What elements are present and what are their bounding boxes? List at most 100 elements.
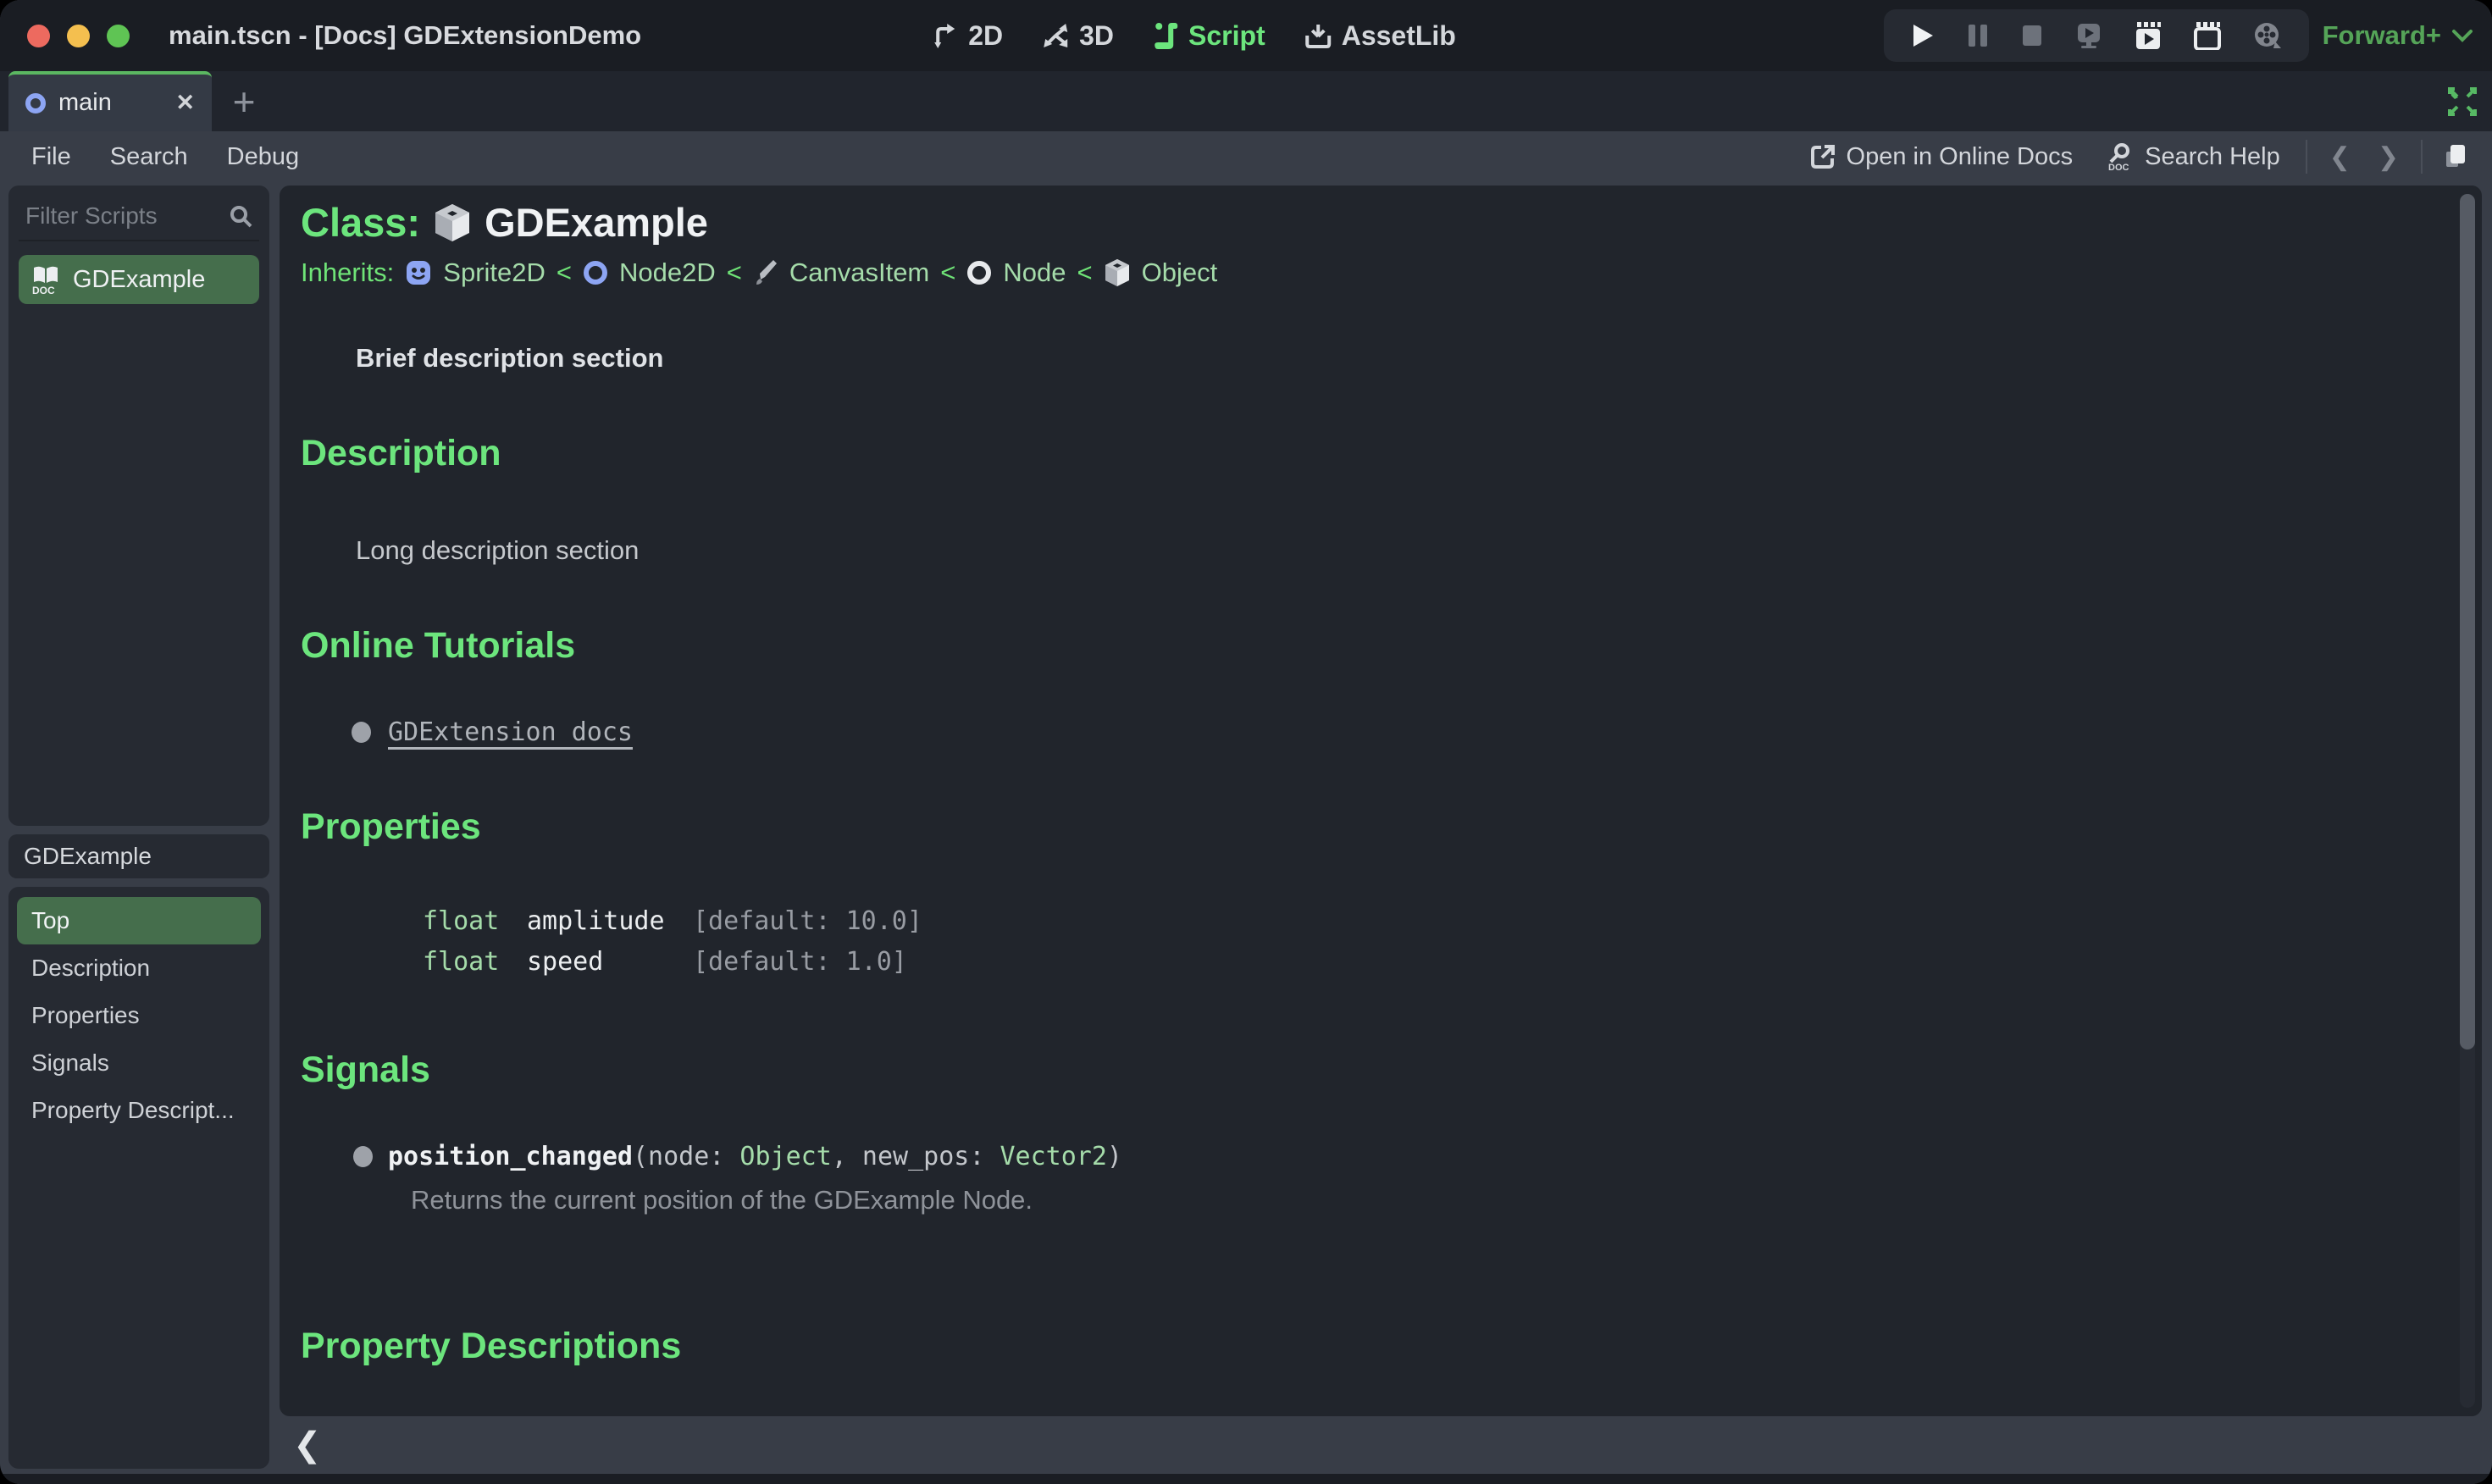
tab-label: main	[58, 89, 112, 116]
editor-base: File Search Debug Open in Online Docs DO…	[0, 131, 2492, 1484]
search-icon	[229, 204, 252, 228]
tutorial-link-gdextension-docs[interactable]: GDExtension docs	[388, 717, 633, 747]
pause-button[interactable]	[1967, 23, 1989, 48]
play-scene-button[interactable]	[2135, 21, 2162, 50]
outline-item-top[interactable]: Top	[17, 897, 261, 944]
property-row-amplitude: float amplitude [default: 10.0]	[423, 900, 2423, 941]
play-custom-scene-button[interactable]	[2194, 21, 2221, 50]
history-forward-button[interactable]: ❯	[2364, 142, 2412, 172]
doc-book-icon: DOC	[31, 264, 60, 295]
scripts-panel: Filter Scripts DOC GDExample	[8, 186, 269, 826]
object-cube-icon	[434, 202, 471, 243]
filter-placeholder: Filter Scripts	[25, 202, 158, 229]
search-help-icon: DOC	[2107, 142, 2134, 171]
inherits-link-object[interactable]: Object	[1142, 257, 1218, 288]
doc-scrollbar-thumb[interactable]	[2460, 194, 2475, 1049]
inherits-label: Inherits:	[301, 257, 395, 287]
playback-controls	[1884, 9, 2309, 62]
signal-param-type-object[interactable]: Object	[739, 1142, 831, 1171]
workspace-switcher: 2D 3D Script AssetLib	[931, 0, 1456, 71]
property-default-value: [default: 10.0]	[693, 905, 922, 936]
window-title: main.tscn - [Docs] GDExtensionDemo	[169, 20, 642, 50]
distraction-free-button[interactable]	[2446, 86, 2478, 118]
separator	[2421, 140, 2423, 174]
open-online-docs-button[interactable]: Open in Online Docs	[1793, 143, 2091, 171]
panel-icon	[2446, 145, 2465, 167]
workspace-2d-button[interactable]: 2D	[931, 20, 1003, 52]
doc-bottom-bar: ❮	[280, 1416, 2482, 1474]
zoom-window-button[interactable]	[107, 24, 130, 47]
description-heading: Description	[301, 433, 501, 473]
property-type-link[interactable]: float	[423, 947, 527, 977]
3d-workspace-icon	[1042, 22, 1069, 49]
online-tutorials-heading: Online Tutorials	[301, 625, 576, 666]
class-name: GDExample	[485, 200, 708, 245]
workspace-3d-button[interactable]: 3D	[1042, 20, 1114, 52]
collapse-sidebar-button[interactable]: ❮	[293, 1426, 322, 1465]
node-icon	[966, 260, 992, 285]
class-doc-panel: Class: GDExample Inherits: Sprite2D < No…	[280, 186, 2482, 1416]
inherits-link-node[interactable]: Node	[1003, 257, 1066, 288]
chevron-down-icon	[2451, 28, 2473, 43]
script-menu-bar: File Search Debug Open in Online Docs DO…	[0, 131, 2492, 182]
close-window-button[interactable]	[27, 24, 50, 47]
signal-param-type-vector2[interactable]: Vector2	[1000, 1142, 1106, 1171]
outline-item-description[interactable]: Description	[17, 944, 261, 992]
signal-name: position_changed	[388, 1142, 633, 1171]
minimize-window-button[interactable]	[67, 24, 90, 47]
menu-debug[interactable]: Debug	[208, 143, 318, 171]
doc-outline-panel: Top Description Properties Signals Prope…	[8, 887, 269, 1469]
outline-item-property-descriptions[interactable]: Property Descript...	[17, 1087, 261, 1134]
signal-position-changed: position_changed(node: Object, new_pos: …	[353, 1142, 2423, 1171]
inherits-line: Inherits: Sprite2D < Node2D < CanvasItem…	[301, 257, 1218, 288]
movie-maker-button[interactable]	[2253, 21, 2282, 50]
menu-file[interactable]: File	[12, 143, 91, 171]
2d-workspace-icon	[931, 22, 958, 49]
separator	[2305, 140, 2307, 174]
doc-column: Class: GDExample Inherits: Sprite2D < No…	[280, 186, 2482, 1474]
properties-heading: Properties	[301, 806, 481, 847]
stop-button[interactable]	[2021, 23, 2043, 48]
property-descriptions-heading: Property Descriptions	[301, 1326, 682, 1366]
long-description: Long description section	[356, 535, 640, 565]
outline-item-properties[interactable]: Properties	[17, 992, 261, 1039]
workspace-script-button[interactable]: Script	[1153, 20, 1265, 52]
inherits-link-node2d[interactable]: Node2D	[619, 257, 716, 288]
toggle-panel-button[interactable]	[2431, 143, 2480, 170]
outline-item-signals[interactable]: Signals	[17, 1039, 261, 1087]
history-back-button[interactable]: ❮	[2316, 142, 2364, 172]
menu-search[interactable]: Search	[91, 143, 208, 171]
tab-main[interactable]: main ✕	[8, 71, 212, 131]
brief-description: Brief description section	[356, 343, 664, 373]
class-label: Class:	[301, 200, 421, 245]
property-name-link[interactable]: amplitude	[527, 906, 693, 936]
script-list-item-gdexample[interactable]: DOC GDExample	[19, 255, 259, 304]
signal-description: Returns the current position of the GDEx…	[411, 1185, 1033, 1215]
scripts-sidebar: Filter Scripts DOC GDExample GDExample T…	[8, 186, 269, 1469]
bullet-icon	[353, 1146, 373, 1167]
sprite2d-icon	[405, 259, 432, 286]
menu-bar-right: Open in Online Docs DOC Search Help ❮ ❯	[1793, 140, 2480, 174]
inherits-link-canvasitem[interactable]: CanvasItem	[789, 257, 929, 288]
filter-scripts-input[interactable]: Filter Scripts	[19, 192, 259, 241]
property-default-value: [default: 1.0]	[693, 946, 907, 977]
titlebar: main.tscn - [Docs] GDExtensionDemo 2D 3D…	[0, 0, 2492, 71]
play-remote-button[interactable]	[2075, 22, 2102, 49]
workspace-assetlib-button[interactable]: AssetLib	[1304, 20, 1456, 52]
window-bottom-edge	[0, 1474, 2492, 1484]
external-link-icon	[1810, 144, 1836, 169]
class-title: Class: GDExample	[301, 199, 2423, 246]
renderer-selector[interactable]: Forward+	[2323, 0, 2473, 71]
search-help-button[interactable]: DOC Search Help	[2090, 142, 2297, 172]
property-row-speed: float speed [default: 1.0]	[423, 941, 2423, 982]
property-name-link[interactable]: speed	[527, 947, 693, 977]
object-icon	[1104, 258, 1131, 287]
bullet-icon	[352, 722, 371, 743]
scene-tab-bar: main ✕ +	[0, 71, 2492, 131]
node2d-scene-icon	[25, 92, 46, 114]
inherits-link-sprite2d[interactable]: Sprite2D	[443, 257, 545, 288]
add-scene-tab-button[interactable]: +	[212, 71, 276, 131]
play-button[interactable]	[1911, 23, 1935, 48]
property-type-link[interactable]: float	[423, 906, 527, 936]
tab-close-icon[interactable]: ✕	[175, 90, 195, 116]
